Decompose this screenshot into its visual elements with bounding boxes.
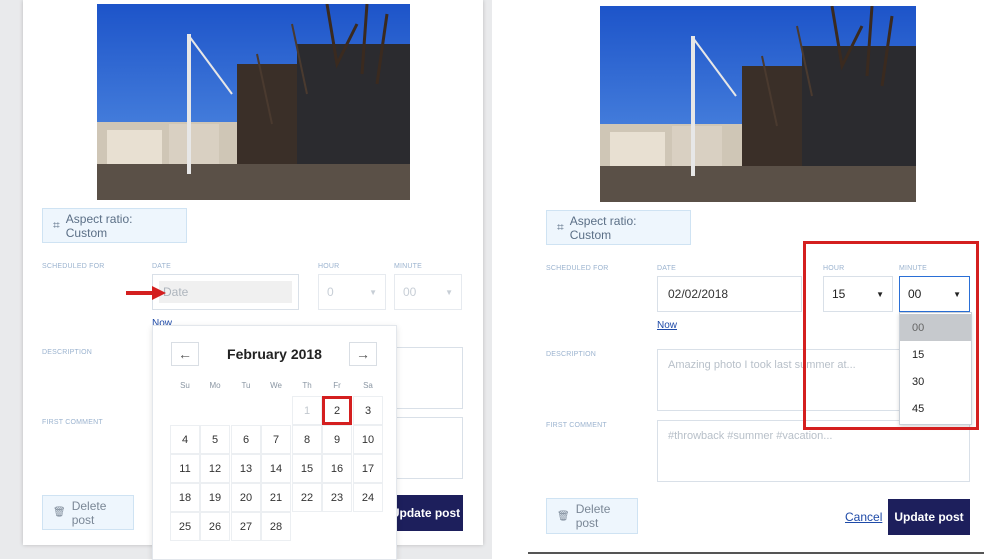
- calendar-day[interactable]: 5: [200, 425, 230, 454]
- first-comment-label: FIRST COMMENT: [42, 419, 103, 426]
- chevron-down-icon: ▼: [369, 287, 377, 297]
- trash-icon: 🗑: [53, 507, 66, 518]
- weekday-th: Th: [302, 381, 312, 390]
- minute-value: 00: [403, 285, 417, 299]
- calendar-day[interactable]: 9: [322, 425, 352, 454]
- calendar-day[interactable]: 12: [200, 454, 230, 483]
- calendar-day[interactable]: 15: [292, 454, 322, 483]
- calendar-day[interactable]: 24: [353, 483, 383, 512]
- hour-value: 0: [327, 285, 334, 299]
- calendar-day[interactable]: 19: [200, 483, 230, 512]
- calendar-day[interactable]: 27: [231, 512, 261, 541]
- aspect-ratio-label: Aspect ratio: Custom: [65, 211, 133, 240]
- city-photo-image: [97, 4, 410, 200]
- update-post-label: Update post: [390, 506, 461, 520]
- calendar-day[interactable]: 26: [200, 512, 230, 541]
- crop-icon: ⌗: [53, 218, 60, 232]
- trash-icon: 🗑: [557, 510, 570, 522]
- weekday-mo: Mo: [209, 381, 221, 390]
- arrow-right-icon: →: [356, 346, 370, 362]
- calendar-day[interactable]: 1: [292, 396, 322, 425]
- delete-post-button[interactable]: 🗑 Delete post: [546, 498, 638, 534]
- scheduled-for-label: SCHEDULED FOR: [546, 265, 609, 272]
- calendar-day[interactable]: 16: [322, 454, 352, 483]
- calendar-day[interactable]: 14: [261, 454, 291, 483]
- calendar-day[interactable]: 17: [353, 454, 383, 483]
- date-label: DATE: [152, 263, 171, 270]
- calendar-day[interactable]: 18: [170, 483, 200, 512]
- calendar-day[interactable]: 23: [322, 483, 352, 512]
- calendar-day[interactable]: 4: [170, 425, 200, 454]
- red-arrow-icon: [126, 286, 166, 300]
- hour-label: HOUR: [318, 263, 340, 270]
- date-picker: ← February 2018 → Su Mo Tu We Th Fr Sa 1…: [152, 325, 397, 560]
- description-label: DESCRIPTION: [546, 351, 597, 358]
- scheduled-for-label: SCHEDULED FOR: [42, 263, 105, 270]
- date-placeholder: Date: [163, 285, 189, 299]
- calendar-day[interactable]: 25: [170, 512, 200, 541]
- minute-label: MINUTE: [394, 263, 423, 270]
- calendar-day[interactable]: 11: [170, 454, 200, 483]
- calendar-day[interactable]: 3: [353, 396, 383, 425]
- aspect-ratio-button[interactable]: ⌗ Aspect ratio: Custom: [546, 210, 691, 245]
- first-comment-label: FIRST COMMENT: [546, 422, 607, 429]
- hour-select[interactable]: 0 ▼: [318, 274, 386, 310]
- weekday-su: Su: [180, 381, 190, 390]
- post-photo: [600, 6, 916, 202]
- aspect-ratio-button[interactable]: ⌗ Aspect ratio: Custom: [42, 208, 187, 243]
- calendar-day[interactable]: 22: [292, 483, 322, 512]
- next-month-button[interactable]: →: [349, 342, 377, 366]
- weekday-we: We: [270, 381, 282, 390]
- calendar-day[interactable]: 28: [261, 512, 291, 541]
- date-value: 02/02/2018: [668, 287, 729, 301]
- minute-select[interactable]: 00 ▼: [394, 274, 462, 310]
- update-post-label: Update post: [894, 510, 964, 524]
- calendar-day-selected[interactable]: 2: [322, 396, 352, 425]
- calendar-day[interactable]: 20: [231, 483, 261, 512]
- update-post-button[interactable]: Update post: [888, 499, 970, 535]
- delete-post-label: Delete post: [575, 502, 611, 530]
- calendar-day[interactable]: 10: [353, 425, 383, 454]
- weekday-tu: Tu: [241, 381, 251, 390]
- calendar-day[interactable]: 8: [292, 425, 322, 454]
- cancel-link[interactable]: Cancel: [845, 510, 882, 524]
- date-label: DATE: [657, 265, 676, 272]
- weekday-fr: Fr: [333, 381, 341, 390]
- chevron-down-icon: ▼: [445, 287, 453, 297]
- post-photo: [97, 4, 410, 200]
- description-label: DESCRIPTION: [42, 349, 93, 356]
- description-textarea[interactable]: [395, 347, 463, 409]
- crop-icon: ⌗: [557, 220, 564, 234]
- city-photo-image: [600, 6, 916, 202]
- comment-placeholder: #throwback #summer #vacation...: [668, 430, 833, 442]
- date-input[interactable]: Date: [152, 274, 299, 310]
- calendar-day[interactable]: 21: [261, 483, 291, 512]
- update-post-button[interactable]: Update post: [388, 495, 463, 531]
- date-input[interactable]: 02/02/2018: [657, 276, 802, 312]
- delete-post-button[interactable]: 🗑 Delete post: [42, 495, 134, 530]
- highlight-box: [803, 241, 979, 430]
- aspect-ratio-label: Aspect ratio: Custom: [569, 213, 637, 242]
- weekday-sa: Sa: [363, 381, 373, 390]
- calendar-day[interactable]: 7: [261, 425, 291, 454]
- calendar-day[interactable]: 6: [231, 425, 261, 454]
- calendar-day[interactable]: 13: [231, 454, 261, 483]
- now-link[interactable]: Now: [657, 320, 677, 331]
- delete-post-label: Delete post: [71, 498, 107, 527]
- first-comment-textarea[interactable]: [395, 417, 463, 479]
